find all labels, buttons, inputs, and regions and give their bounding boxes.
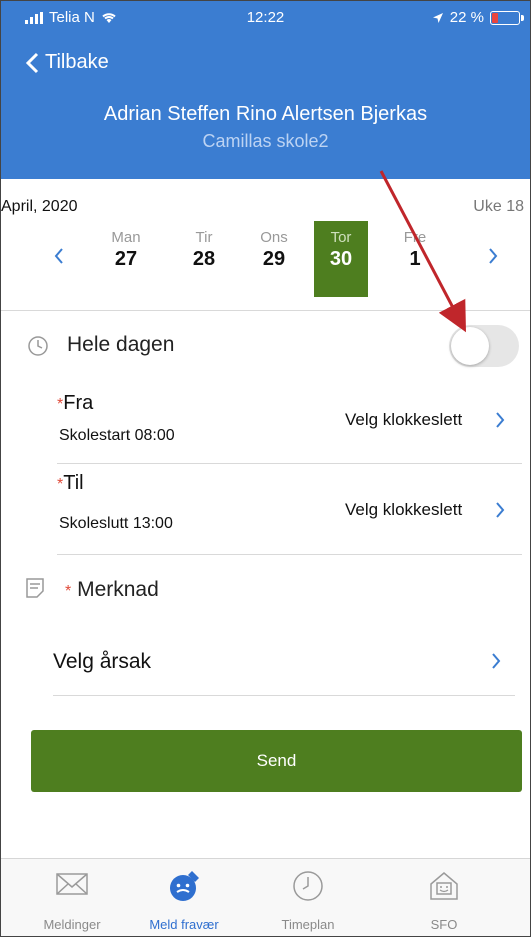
all-day-toggle[interactable] <box>449 325 519 367</box>
day-fri[interactable]: Fre 1 <box>388 221 442 297</box>
to-label: *Til <box>57 472 84 494</box>
calendar-month: April, 2020 <box>1 198 78 215</box>
from-subtitle: Skolestart 08:00 <box>59 427 175 444</box>
reason-select[interactable]: Velg årsak <box>53 650 151 674</box>
from-label: *Fra <box>57 392 94 414</box>
calendar-week: Uke 18 <box>473 198 524 215</box>
clock-icon <box>293 871 323 901</box>
day-wed[interactable]: Ons 29 <box>247 221 301 297</box>
chevron-left-icon <box>25 52 39 73</box>
divider <box>1 310 530 311</box>
divider <box>53 695 515 696</box>
tab-meld-fravaer[interactable]: Meld fravær <box>129 859 239 936</box>
day-mon[interactable]: Man 27 <box>99 221 153 297</box>
report-absence-icon <box>170 871 199 901</box>
to-subtitle: Skoleslutt 13:00 <box>59 515 173 532</box>
from-time-select[interactable]: Velg klokkeslett <box>345 410 462 430</box>
send-button[interactable]: Send <box>31 730 522 792</box>
tab-meldinger[interactable]: Meldinger <box>17 859 127 936</box>
note-label: * Merknad <box>65 578 159 601</box>
header: Telia N 12:22 22 % Tilbake Adrian Steffe… <box>1 1 530 179</box>
status-bar: Telia N 12:22 22 % <box>1 1 530 35</box>
divider <box>57 463 522 464</box>
house-icon <box>430 872 458 900</box>
back-label: Tilbake <box>45 51 109 73</box>
to-time-select[interactable]: Velg klokkeslett <box>345 500 462 520</box>
all-day-label: Hele dagen <box>67 333 175 356</box>
tab-bar: Meldinger Meld fravær Timeplan SFO <box>1 858 530 936</box>
required-marker: * <box>65 583 72 600</box>
day-thu-selected[interactable]: Tor 30 <box>314 221 368 297</box>
location-icon <box>432 12 443 23</box>
tab-timeplan[interactable]: Timeplan <box>253 859 363 936</box>
note-icon <box>26 578 44 598</box>
back-button[interactable]: Tilbake <box>25 51 109 74</box>
tab-sfo[interactable]: SFO <box>389 859 499 936</box>
divider <box>57 554 522 555</box>
battery-icon <box>490 10 524 25</box>
app-screen: Telia N 12:22 22 % Tilbake Adrian Steffe… <box>0 0 531 937</box>
prev-week-chevron-icon[interactable] <box>53 246 65 266</box>
clock-icon <box>28 336 48 356</box>
battery-label: 22 % <box>449 9 484 26</box>
day-tue[interactable]: Tir 28 <box>177 221 231 297</box>
school-name: Camillas skole2 <box>202 131 329 151</box>
chevron-right-icon[interactable] <box>495 411 505 429</box>
mail-icon <box>56 873 88 895</box>
next-week-chevron-icon[interactable] <box>487 246 499 266</box>
chevron-right-icon[interactable] <box>491 652 501 670</box>
student-name: Adrian Steffen Rino Alertsen Bjerkas <box>103 103 428 125</box>
chevron-right-icon[interactable] <box>495 501 505 519</box>
